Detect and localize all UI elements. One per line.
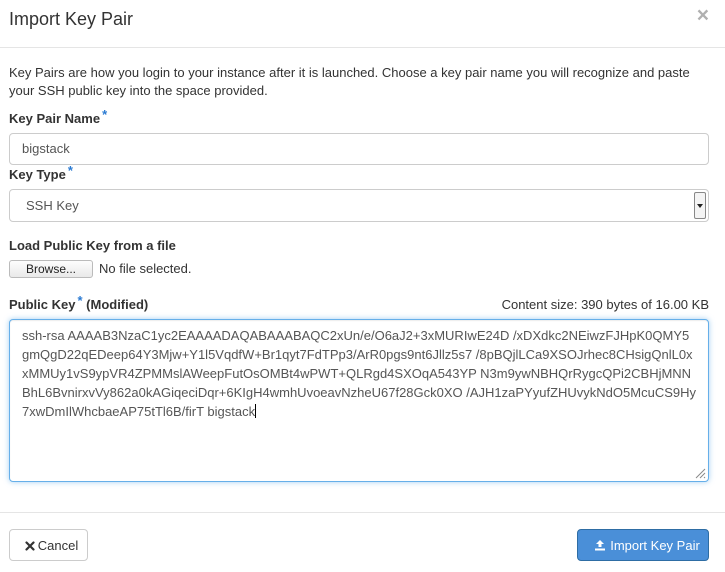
public-key-label-text: Public Key: [9, 297, 76, 312]
dialog-footer: Cancel Import Key Pair: [0, 512, 725, 572]
import-key-pair-label: Import Key Pair: [610, 538, 700, 553]
import-key-pair-dialog: Import Key Pair × Key Pairs are how you …: [0, 0, 725, 572]
required-marker: *: [102, 107, 108, 122]
cancel-label: Cancel: [37, 538, 79, 553]
modified-note: (Modified): [86, 297, 149, 312]
help-text: Key Pairs are how you login to your inst…: [9, 65, 690, 98]
key-pair-name-label-text: Key Pair Name: [9, 111, 101, 126]
public-key-textarea[interactable]: ssh-rsa AAAAB3NzaC1yc2EAAAADAQABAAABAQC2…: [9, 319, 709, 482]
dialog-header: Import Key Pair ×: [0, 0, 725, 48]
browse-button[interactable]: Browse...: [9, 260, 93, 278]
chevron-down-icon[interactable]: [694, 192, 706, 219]
key-pair-name-input[interactable]: bigstack: [9, 133, 709, 165]
close-icon: [25, 540, 35, 551]
content-size-indicator: Content size: 390 bytes of 16.00 KB: [501, 297, 709, 312]
required-marker: *: [67, 163, 73, 178]
cancel-button[interactable]: Cancel: [9, 529, 88, 561]
public-key-label: Public Key * (Modified): [9, 293, 149, 312]
required-marker: *: [77, 293, 83, 308]
public-key-value: ssh-rsa AAAAB3NzaC1yc2EAAAADAQABAAABAQC2…: [22, 328, 696, 419]
key-type-select[interactable]: SSH Key: [9, 189, 709, 222]
upload-icon: [595, 540, 606, 551]
key-type-label: Key Type *: [9, 163, 73, 182]
dialog-title: Import Key Pair: [9, 9, 134, 29]
import-key-pair-button[interactable]: Import Key Pair: [577, 529, 709, 561]
close-icon[interactable]: ×: [697, 5, 709, 26]
text-caret: [255, 404, 257, 418]
key-type-label-text: Key Type: [9, 167, 66, 182]
key-pair-name-label: Key Pair Name *: [9, 107, 107, 126]
key-type-selected-value: SSH Key: [26, 198, 79, 213]
resize-grip-icon[interactable]: [694, 467, 706, 479]
file-status: No file selected.: [99, 261, 192, 276]
load-file-label: Load Public Key from a file: [9, 238, 176, 253]
